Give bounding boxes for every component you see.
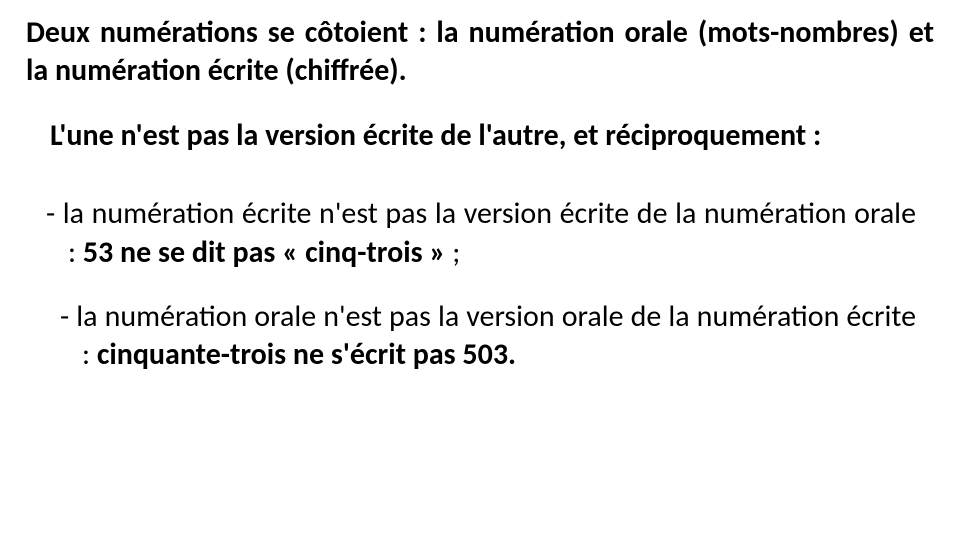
bullet-list: - la numération écrite n'est pas la vers… xyxy=(20,195,940,375)
heading-text: Deux numérations se côtoient : la numéra… xyxy=(20,14,940,91)
bullet-bold: 53 ne se dit pas « cinq-trois » xyxy=(83,234,446,271)
bullet-post: ; xyxy=(446,234,461,271)
list-item: - la numération écrite n'est pas la vers… xyxy=(20,195,916,272)
list-item: - la numération orale n'est pas la versi… xyxy=(26,298,916,375)
dash-icon: - xyxy=(60,298,76,335)
dash-icon: - xyxy=(46,195,63,232)
bullet-bold: cinquante-trois ne s'écrit pas 503. xyxy=(97,336,516,373)
subheading-text: L'une n'est pas la version écrite de l'a… xyxy=(50,117,910,155)
